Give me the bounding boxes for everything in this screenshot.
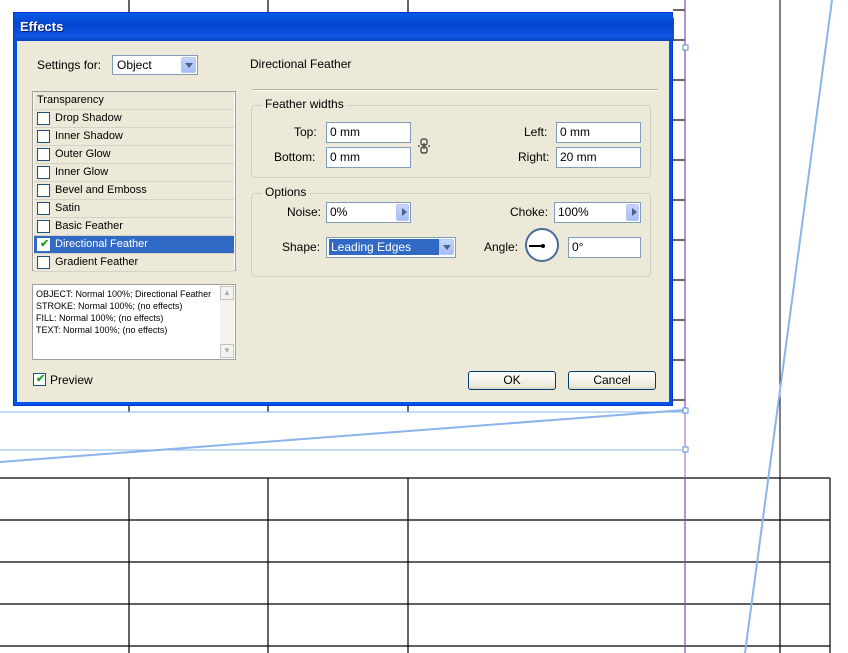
angle-label: Angle: xyxy=(484,240,519,254)
dial-hand xyxy=(529,245,543,247)
shape-label: Shape: xyxy=(282,240,321,254)
effect-label: Basic Feather xyxy=(55,220,123,232)
preview-label: Preview xyxy=(50,373,93,387)
effect-item[interactable]: Satin xyxy=(34,200,234,218)
effects-list: Transparency Drop Shadow Inner Shadow Outer… xyxy=(32,91,236,272)
effect-item[interactable]: ✔ Directional Feather xyxy=(34,236,234,254)
effect-label: Gradient Feather xyxy=(55,256,139,268)
angle-dial[interactable] xyxy=(525,228,559,262)
effects-summary-box: OBJECT: Normal 100%; Directional Feather… xyxy=(32,284,236,360)
shape-select[interactable]: Leading Edges xyxy=(326,237,456,258)
dialog-body: Settings for: Object Transparency Drop Sh… xyxy=(17,41,669,402)
effect-label: Drop Shadow xyxy=(55,112,122,124)
effect-item[interactable]: Outer Glow xyxy=(34,146,234,164)
left-label: Left: xyxy=(524,125,548,139)
cancel-label: Cancel xyxy=(593,373,631,387)
noise-label: Noise: xyxy=(287,205,322,219)
chevron-right-icon[interactable] xyxy=(626,204,639,221)
top-value: 0 mm xyxy=(330,125,360,139)
effect-checkbox[interactable] xyxy=(37,166,50,179)
effect-item[interactable]: Basic Feather xyxy=(34,218,234,236)
right-value: 20 mm xyxy=(560,150,597,164)
section-divider xyxy=(252,89,658,91)
dialog-title: Effects xyxy=(20,19,64,34)
choke-value: 100% xyxy=(558,205,589,219)
effect-item[interactable]: Bevel and Emboss xyxy=(34,182,234,200)
effect-checkbox[interactable] xyxy=(37,130,50,143)
choke-input[interactable]: 100% xyxy=(554,202,641,223)
ok-button[interactable]: OK xyxy=(468,371,556,390)
effect-label: Bevel and Emboss xyxy=(55,184,147,196)
effect-item[interactable]: Inner Shadow xyxy=(34,128,234,146)
noise-input[interactable]: 0% xyxy=(326,202,411,223)
effect-checkbox[interactable] xyxy=(37,148,50,161)
effect-checkbox[interactable]: ✔ xyxy=(37,238,50,251)
dialog-title-bar[interactable]: Effects xyxy=(14,13,674,41)
feather-widths-title: Feather widths xyxy=(262,97,347,111)
effects-summary-text: OBJECT: Normal 100%; Directional Feather… xyxy=(36,289,212,335)
settings-for-select[interactable]: Object xyxy=(112,55,198,75)
effect-label: Inner Shadow xyxy=(55,130,123,142)
top-label: Top: xyxy=(294,125,317,139)
section-title: Directional Feather xyxy=(250,57,352,71)
choke-label: Choke: xyxy=(510,205,549,219)
settings-for-value: Object xyxy=(117,58,152,72)
chevron-down-icon[interactable] xyxy=(181,57,196,73)
effect-label: Satin xyxy=(55,202,81,214)
scroll-up-icon[interactable]: ▲ xyxy=(220,286,234,300)
effect-checkbox[interactable] xyxy=(37,184,50,197)
right-label: Right: xyxy=(518,150,550,164)
noise-value: 0% xyxy=(330,205,348,219)
effect-label: Directional Feather xyxy=(55,238,148,250)
checkmark-icon: ✔ xyxy=(36,373,46,385)
angle-value: 0° xyxy=(572,240,584,254)
bottom-input[interactable]: 0 mm xyxy=(326,147,411,168)
chevron-down-icon[interactable] xyxy=(439,239,454,255)
options-title: Options xyxy=(262,185,310,199)
effect-checkbox[interactable] xyxy=(37,256,50,269)
effect-checkbox[interactable] xyxy=(37,220,50,233)
checkmark-icon: ✔ xyxy=(40,238,50,250)
preview-checkbox[interactable]: ✔ xyxy=(33,373,46,386)
angle-input[interactable]: 0° xyxy=(568,237,641,258)
effects-dialog: Effects Settings for: Object Transparenc… xyxy=(13,12,674,406)
summary-scrollbar[interactable]: ▲ ▼ xyxy=(220,286,234,358)
effect-item[interactable]: Transparency xyxy=(34,92,234,110)
effect-item[interactable]: Gradient Feather xyxy=(34,254,234,272)
right-input[interactable]: 20 mm xyxy=(556,147,641,168)
top-input[interactable]: 0 mm xyxy=(326,122,411,143)
cancel-button[interactable]: Cancel xyxy=(568,371,656,390)
bottom-value: 0 mm xyxy=(330,150,360,164)
settings-for-label: Settings for: xyxy=(37,58,102,72)
left-value: 0 mm xyxy=(560,125,590,139)
chevron-right-icon[interactable] xyxy=(396,204,409,221)
left-input[interactable]: 0 mm xyxy=(556,122,641,143)
effect-checkbox[interactable] xyxy=(37,202,50,215)
link-chain-icon[interactable] xyxy=(417,138,431,154)
bottom-label: Bottom: xyxy=(274,150,316,164)
ok-label: OK xyxy=(503,373,521,387)
effect-item[interactable]: Inner Glow xyxy=(34,164,234,182)
effect-label: Transparency xyxy=(37,94,104,106)
shape-value: Leading Edges xyxy=(329,239,439,255)
effect-label: Outer Glow xyxy=(55,148,111,160)
effect-label: Inner Glow xyxy=(55,166,109,178)
effect-checkbox[interactable] xyxy=(37,112,50,125)
effect-item[interactable]: Drop Shadow xyxy=(34,110,234,128)
scroll-down-icon[interactable]: ▼ xyxy=(220,344,234,358)
